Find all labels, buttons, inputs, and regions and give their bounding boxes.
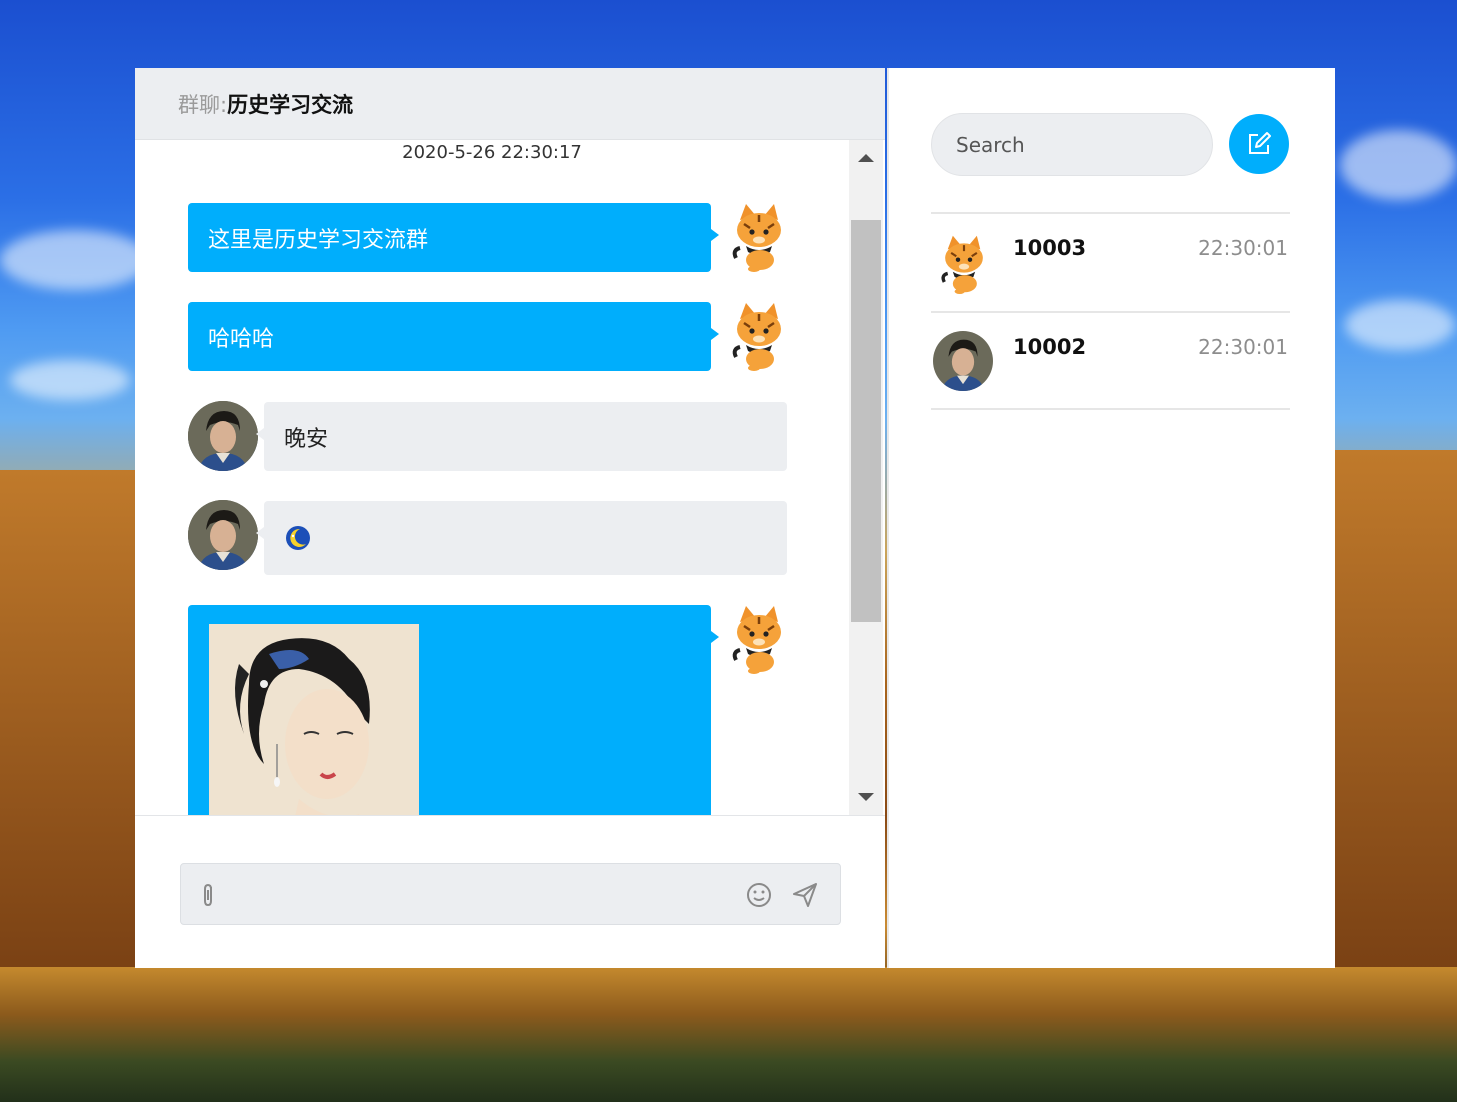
scroll-up-icon[interactable] bbox=[858, 154, 874, 162]
contact-name: 10003 bbox=[1013, 236, 1087, 260]
send-icon[interactable] bbox=[791, 881, 819, 909]
edit-icon bbox=[1249, 132, 1271, 154]
chat-header: 群聊: 历史学习交流 bbox=[135, 68, 885, 140]
man-portrait-icon bbox=[933, 331, 993, 391]
message-row: 晚安 bbox=[188, 401, 787, 472]
contact-name: 10002 bbox=[1013, 335, 1087, 359]
man-portrait-avatar[interactable] bbox=[188, 500, 258, 570]
message-text: 哈哈哈 bbox=[208, 326, 275, 352]
group-title: 历史学习交流 bbox=[227, 92, 354, 117]
message-bubble-outgoing[interactable]: 哈哈哈 bbox=[188, 302, 719, 371]
search-input[interactable] bbox=[931, 113, 1213, 176]
scroll-thumb[interactable] bbox=[851, 220, 881, 622]
message-bubble-incoming[interactable]: 晚安 bbox=[256, 402, 787, 471]
message-row bbox=[188, 500, 787, 575]
contact-time: 22:30:01 bbox=[1198, 236, 1288, 260]
smiley-icon[interactable] bbox=[745, 881, 773, 909]
message-row bbox=[188, 604, 786, 815]
message-row: 哈哈哈 bbox=[188, 301, 786, 371]
tiger-cat-avatar[interactable] bbox=[730, 604, 788, 674]
contact-time: 22:30:01 bbox=[1198, 335, 1288, 359]
man-portrait-avatar bbox=[933, 331, 993, 391]
message-bubble-outgoing[interactable]: 这里是历史学习交流群 bbox=[188, 203, 719, 272]
contact-list: 10003 22:30:01 10002 22:30:01 bbox=[931, 212, 1290, 410]
new-chat-button[interactable] bbox=[1229, 114, 1289, 174]
message-text: 晚安 bbox=[284, 426, 329, 452]
message-bubble-incoming[interactable] bbox=[256, 501, 787, 575]
chat-type-label: 群聊: bbox=[178, 92, 228, 117]
contact-sidebar: 10003 22:30:01 10002 22:30:01 bbox=[887, 68, 1335, 968]
message-row: 这里是历史学习交流群 bbox=[188, 202, 786, 272]
woman-painting-icon bbox=[209, 624, 419, 815]
message-timestamp: 2020-5-26 22:30:17 bbox=[402, 142, 582, 163]
message-list[interactable]: 2020-5-26 22:30:17 这里是历史学习交流群 哈哈哈 晚安 bbox=[135, 140, 849, 815]
man-portrait-icon bbox=[188, 500, 258, 570]
message-scrollbar[interactable] bbox=[849, 140, 883, 815]
scroll-down-icon[interactable] bbox=[858, 793, 874, 801]
message-composer bbox=[135, 815, 885, 968]
tiger-cat-avatar[interactable] bbox=[730, 301, 788, 371]
message-input[interactable] bbox=[241, 874, 721, 914]
message-bubble-outgoing[interactable] bbox=[188, 605, 719, 815]
man-portrait-icon bbox=[188, 401, 258, 471]
moon-emoji-icon bbox=[286, 526, 310, 550]
contact-item[interactable]: 10003 22:30:01 bbox=[931, 212, 1290, 311]
woman-painting-image[interactable] bbox=[209, 624, 419, 815]
paperclip-icon[interactable] bbox=[195, 881, 223, 909]
man-portrait-avatar[interactable] bbox=[188, 401, 258, 471]
tiger-cat-avatar[interactable] bbox=[730, 202, 788, 272]
message-text: 这里是历史学习交流群 bbox=[208, 227, 429, 253]
composer-box bbox=[180, 863, 841, 925]
contact-item[interactable]: 10002 22:30:01 bbox=[931, 311, 1290, 410]
tiger-cat-avatar bbox=[941, 235, 983, 294]
chat-panel: 群聊: 历史学习交流 2020-5-26 22:30:17 这里是历史学习交流群 bbox=[135, 68, 885, 968]
